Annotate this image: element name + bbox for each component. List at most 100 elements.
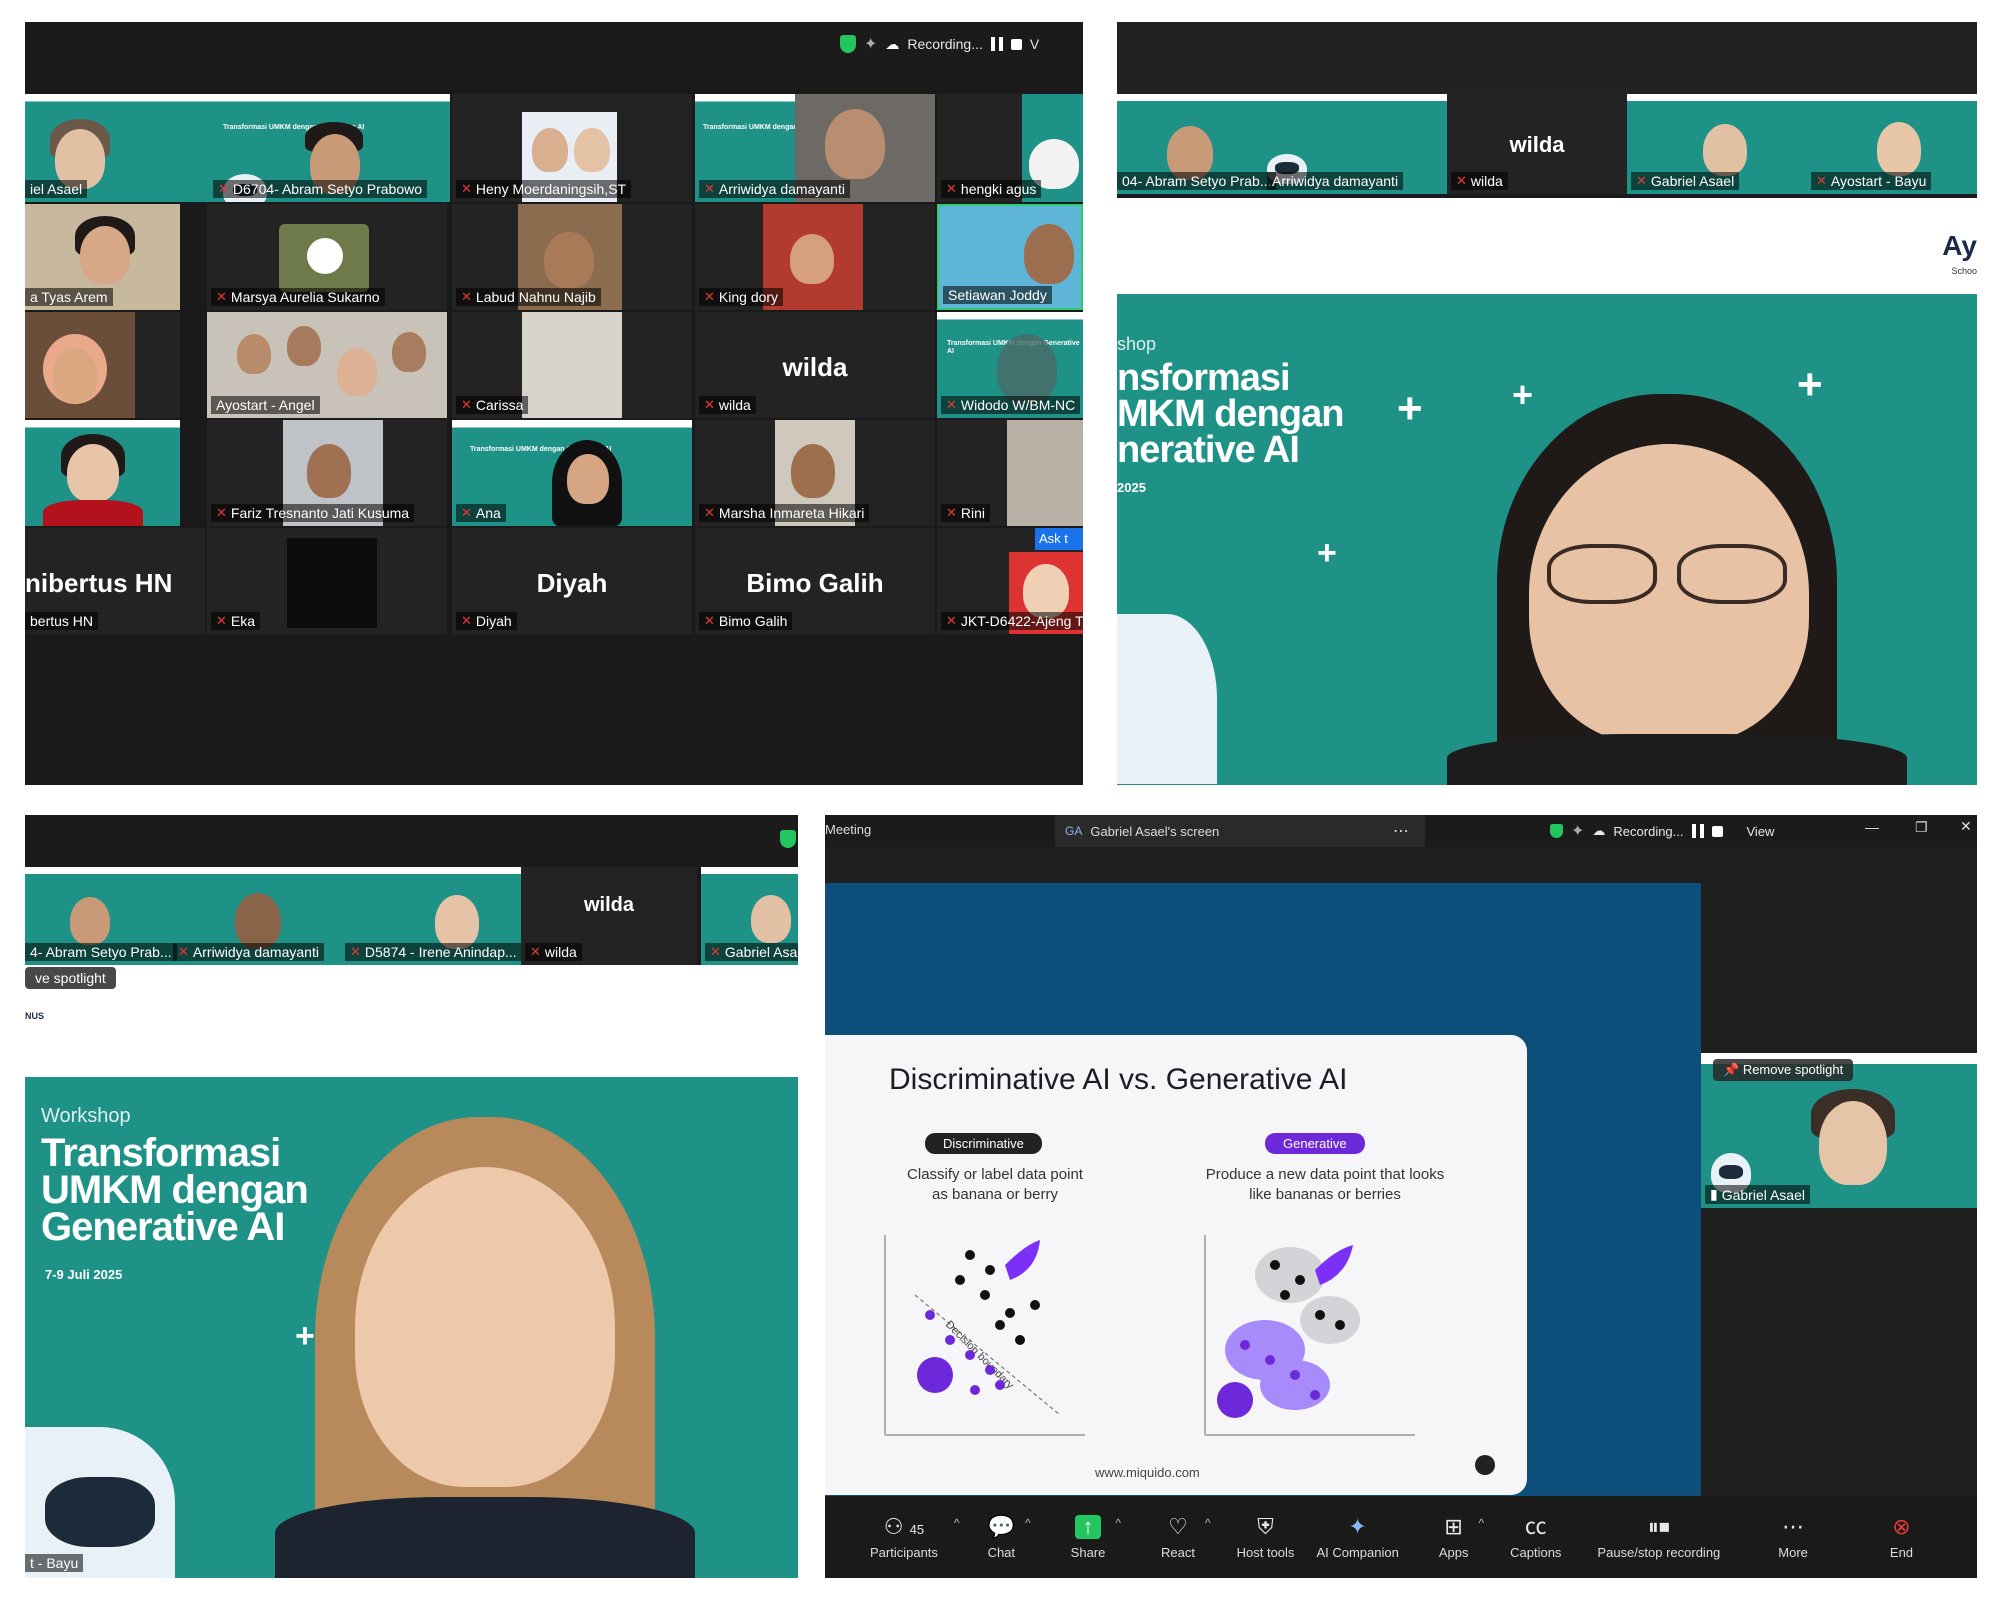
spotlight-video[interactable]: shop nsformasi MKM dengan nerative AI 20… bbox=[1117, 294, 1977, 785]
participant-big-name: wilda bbox=[782, 352, 848, 383]
video-tile[interactable]: 4- Abram Setyo Prab... ✕ Arriwidya damaya… bbox=[25, 867, 521, 965]
video-tile[interactable]: ✕ Gabriel Asa bbox=[701, 867, 798, 965]
share-top-bar: Meeting GA Gabriel Asael's screen ⋯ ✦ ☁ … bbox=[825, 815, 1977, 847]
participant-name: ✕ Carissa bbox=[456, 396, 529, 414]
participant-name: ✕ Heny Moerdaningsih,ST bbox=[456, 180, 632, 198]
stop-recording-button[interactable] bbox=[1711, 825, 1723, 837]
minimize-icon[interactable]: — bbox=[1865, 819, 1879, 835]
mic-muted-icon: ✕ bbox=[704, 613, 715, 628]
participant-name: ✕ Labud Nahnu Najib bbox=[456, 288, 601, 306]
ask-button[interactable]: Ask t bbox=[1035, 528, 1083, 550]
video-tile[interactable]: 04- Abram Setyo Prab... Arriwidya damaya… bbox=[1117, 94, 1447, 194]
video-tile[interactable]: wilda ✕ wilda bbox=[1447, 94, 1627, 194]
video-tile[interactable]: ✕ Fariz Tresnanto Jati Kusuma bbox=[207, 420, 447, 526]
react-caret-icon[interactable]: ^ bbox=[1205, 1516, 1211, 1530]
gallery-view-panel: ✦ ☁ Recording... V Transformasi UMKM den… bbox=[25, 22, 1083, 785]
view-button[interactable]: View bbox=[1747, 824, 1775, 839]
share-caret-icon[interactable]: ^ bbox=[1115, 1516, 1121, 1530]
video-tile[interactable]: ✕ Ayostart - Bayu bbox=[1807, 94, 1977, 194]
react-button[interactable]: ♡ React bbox=[1161, 1514, 1195, 1560]
participant-name: ✕ wilda bbox=[1451, 172, 1508, 190]
chat-caret-icon[interactable]: ^ bbox=[1025, 1516, 1031, 1530]
video-tile[interactable]: a Tyas Arem bbox=[25, 204, 180, 310]
ai-sparkle-icon[interactable]: ✦ bbox=[1571, 821, 1584, 841]
video-tile[interactable] bbox=[25, 420, 180, 526]
participant-name: bertus HN bbox=[25, 612, 99, 630]
apps-caret-icon[interactable]: ^ bbox=[1478, 1516, 1484, 1530]
pause-recording-button[interactable] bbox=[990, 37, 1003, 51]
spotlight-video[interactable]: Workshop Transformasi UMKM dengan Genera… bbox=[25, 1077, 798, 1578]
video-tile[interactable]: wilda ✕ wilda bbox=[521, 867, 697, 965]
video-tile[interactable]: ✕ Carissa bbox=[452, 312, 692, 418]
participant-name: ✕ King dory bbox=[699, 288, 784, 306]
shared-screen[interactable]: Discriminative AI vs. Generative AI Disc… bbox=[825, 883, 1701, 1498]
video-tile-active-speaker[interactable]: Setiawan Joddy bbox=[937, 204, 1083, 310]
mic-muted-icon: ✕ bbox=[946, 181, 957, 196]
video-tile[interactable]: wilda ✕ wilda bbox=[695, 312, 935, 418]
video-tile[interactable]: nibertus HN bertus HN bbox=[25, 528, 205, 634]
mic-muted-icon: ✕ bbox=[704, 505, 715, 520]
speaker-view-panel-2: 4- Abram Setyo Prab... ✕ Arriwidya damaya… bbox=[25, 815, 798, 1578]
captions-button[interactable]: ㏄ Captions bbox=[1510, 1514, 1561, 1560]
video-tile[interactable]: Transformasi UMKM dengan Generative AI ✕… bbox=[937, 312, 1083, 418]
video-tile[interactable]: ✕ Marsha Inmareta Hikari bbox=[695, 420, 935, 526]
security-shield-icon[interactable] bbox=[780, 830, 796, 848]
more-options-icon[interactable]: ⋯ bbox=[1393, 821, 1409, 841]
remove-spotlight-button[interactable]: 📌 Remove spotlight bbox=[1713, 1059, 1854, 1081]
video-tile[interactable] bbox=[25, 312, 180, 418]
chat-button[interactable]: 💬 Chat bbox=[988, 1514, 1015, 1560]
apps-icon: ⊞ bbox=[1444, 1513, 1463, 1539]
ai-companion-button[interactable]: ✦ AI Companion bbox=[1316, 1514, 1398, 1560]
video-tile[interactable]: Bimo Galih ✕ Bimo Galih bbox=[695, 528, 935, 634]
recording-label: Recording... bbox=[907, 36, 983, 52]
video-tile[interactable]: ✕ Labud Nahnu Najib bbox=[452, 204, 692, 310]
restore-icon[interactable]: ❐ bbox=[1915, 819, 1928, 836]
participant-name: ✕ D5874 - Irene Anindap... bbox=[345, 943, 521, 961]
more-button[interactable]: ⋯ More bbox=[1778, 1513, 1808, 1560]
spotlighted-participant-tile[interactable]: 📌 Remove spotlight ▮ Gabriel Asael bbox=[1701, 1053, 1977, 1208]
remove-spotlight-button[interactable]: ve spotlight bbox=[25, 967, 116, 989]
participants-caret-icon[interactable]: ^ bbox=[954, 1516, 960, 1530]
thumbnail-strip: 4- Abram Setyo Prab... ✕ Arriwidya damaya… bbox=[25, 867, 798, 965]
participant-name: ✕ Arriwidya damayanti bbox=[173, 943, 324, 961]
participant-name: ✕ Ana bbox=[456, 504, 506, 522]
video-tile[interactable]: ✕ Heny Moerdaningsih,ST bbox=[452, 94, 692, 202]
ayostart-logo: Ay bbox=[1942, 230, 1977, 261]
pause-stop-icon: ⏸⏹ bbox=[1647, 1513, 1670, 1539]
view-label[interactable]: V bbox=[1030, 36, 1039, 52]
participant-name: ✕ Bimo Galih bbox=[699, 612, 793, 630]
video-tile[interactable]: Diyah ✕ Diyah bbox=[452, 528, 692, 634]
apps-button[interactable]: ⊞ Apps bbox=[1439, 1513, 1469, 1560]
share-button[interactable]: ↑ Share bbox=[1071, 1514, 1106, 1560]
decision-boundary-label: Decision boundary bbox=[943, 1319, 1016, 1392]
video-tile[interactable]: ✕ Marsya Aurelia Sukarno bbox=[207, 204, 447, 310]
video-tile[interactable]: Transformasi UMKM dengan Generative AI ✕… bbox=[695, 94, 935, 202]
participant-name: ✕ Fariz Tresnanto Jati Kusuma bbox=[211, 504, 415, 522]
video-tile[interactable]: Transformasi UMKM dengan Generative AI i… bbox=[25, 94, 450, 202]
close-icon[interactable]: ✕ bbox=[1960, 818, 1972, 835]
video-tile[interactable]: ✕ King dory bbox=[695, 204, 935, 310]
mic-muted-icon: ✕ bbox=[1636, 173, 1647, 188]
mic-muted-icon: ✕ bbox=[350, 944, 361, 959]
video-tile[interactable]: ✕ hengki agus bbox=[937, 94, 1083, 202]
video-tile[interactable]: Transformasi UMKM dengan Generative AI ✕… bbox=[452, 420, 692, 526]
security-shield-icon[interactable] bbox=[840, 35, 856, 53]
host-tools-button[interactable]: ⛨ Host tools bbox=[1237, 1514, 1295, 1560]
mic-muted-icon: ✕ bbox=[946, 613, 957, 628]
mic-muted-icon: ✕ bbox=[216, 613, 227, 628]
end-button[interactable]: ⊗ End bbox=[1890, 1514, 1913, 1560]
participant-big-name: Bimo Galih bbox=[746, 568, 884, 599]
video-tile[interactable]: ✕ Rini bbox=[937, 420, 1083, 526]
ai-sparkle-icon[interactable]: ✦ bbox=[864, 34, 877, 54]
video-tile[interactable]: ✕ Gabriel Asael bbox=[1627, 94, 1807, 194]
participant-name: ✕ hengki agus bbox=[941, 180, 1042, 198]
security-shield-icon[interactable] bbox=[1550, 824, 1563, 838]
stop-recording-button[interactable] bbox=[1010, 38, 1022, 50]
video-tile[interactable]: ✕ Eka bbox=[207, 528, 447, 634]
more-icon: ⋯ bbox=[1782, 1513, 1805, 1539]
video-tile[interactable]: Ayostart - Angel bbox=[207, 312, 447, 418]
pause-stop-recording-button[interactable]: ⏸⏹ Pause/stop recording bbox=[1597, 1513, 1720, 1560]
video-tile[interactable]: Ask t ✕ JKT-D6422-Ajeng T bbox=[937, 528, 1083, 634]
participants-button[interactable]: ⚇ 45 Participants bbox=[870, 1514, 938, 1560]
pause-recording-button[interactable] bbox=[1691, 824, 1704, 838]
